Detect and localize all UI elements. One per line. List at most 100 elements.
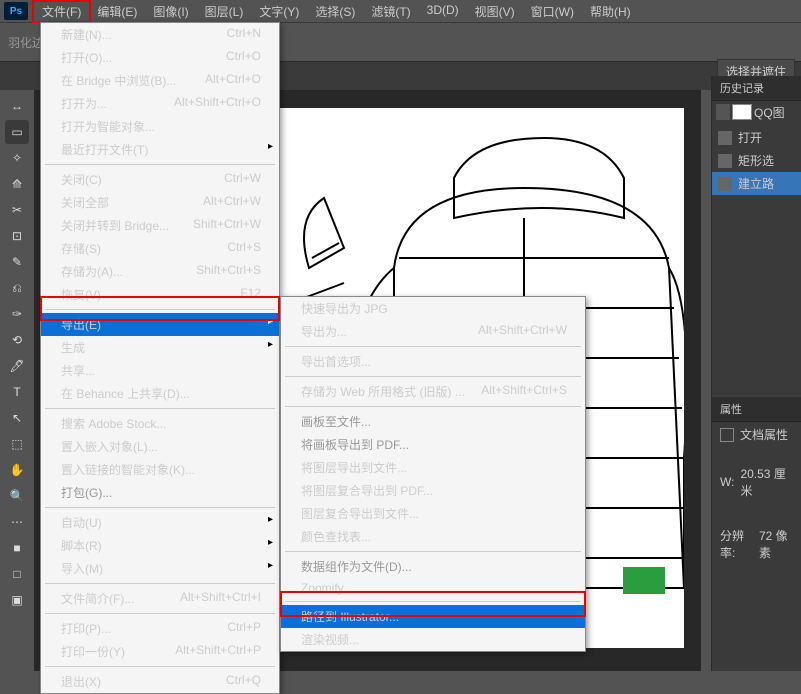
menu-item[interactable]: 存储(S)Ctrl+S <box>41 237 279 260</box>
tool-18[interactable]: □ <box>5 562 29 586</box>
menu-item-label: 打包(G)... <box>61 484 112 501</box>
history-panel-header[interactable]: 历史记录 <box>712 76 801 101</box>
menu-item[interactable]: 文件简介(F)...Alt+Shift+Ctrl+I <box>41 587 279 610</box>
menu-item[interactable]: 路径到 Illustrator... <box>281 605 585 628</box>
menu-3[interactable]: 图层(L) <box>197 1 252 22</box>
menu-item[interactable]: 关闭全部 Alt+Ctrl+W <box>41 191 279 214</box>
menu-item[interactable]: 关闭并转到 Bridge...Shift+Ctrl+W <box>41 214 279 237</box>
menu-8[interactable]: 视图(V) <box>467 1 523 22</box>
tool-11[interactable]: T <box>5 380 29 404</box>
tool-14[interactable]: ✋ <box>5 458 29 482</box>
tool-19[interactable]: ▣ <box>5 588 29 612</box>
tool-13[interactable]: ⬚ <box>5 432 29 456</box>
menu-item-shortcut: Ctrl+S <box>227 240 261 257</box>
tool-17[interactable]: ■ <box>5 536 29 560</box>
menu-1[interactable]: 编辑(E) <box>89 1 145 22</box>
menu-item[interactable]: 共享... <box>41 359 279 382</box>
menu-item[interactable]: 将图层导出到文件... <box>281 456 585 479</box>
menu-item-shortcut: Alt+Ctrl+W <box>203 194 261 211</box>
tool-9[interactable]: ⟲ <box>5 328 29 352</box>
resolution-row: 分辨率: 72 像素 <box>712 523 801 565</box>
menu-item[interactable]: 打印(P)...Ctrl+P <box>41 617 279 640</box>
tool-16[interactable]: ⋯ <box>5 510 29 534</box>
menu-item[interactable]: 渲染视频... <box>281 628 585 651</box>
menu-item[interactable]: 在 Bridge 中浏览(B)...Alt+Ctrl+O <box>41 69 279 92</box>
menu-item[interactable]: 快速导出为 JPG <box>281 297 585 320</box>
menu-item-shortcut: Alt+Shift+Ctrl+I <box>180 590 261 607</box>
menu-item: 打包(G)... <box>41 481 279 504</box>
menu-4[interactable]: 文字(Y) <box>251 1 307 22</box>
resolution-value: 72 像素 <box>759 527 793 561</box>
menu-10[interactable]: 帮助(H) <box>582 1 639 22</box>
menu-item-label: 导入(M) <box>61 560 103 577</box>
history-item[interactable]: 建立路 <box>712 172 801 195</box>
menu-item[interactable]: 打开为...Alt+Shift+Ctrl+O <box>41 92 279 115</box>
menu-item[interactable]: 置入链接的智能对象(K)... <box>41 458 279 481</box>
menu-item[interactable]: 颜色查找表... <box>281 525 585 548</box>
menu-5[interactable]: 选择(S) <box>307 1 363 22</box>
menu-item[interactable]: 打开(O)...Ctrl+O <box>41 46 279 69</box>
menu-item[interactable]: 打开为智能对象... <box>41 115 279 138</box>
tool-5[interactable]: ⊡ <box>5 224 29 248</box>
menu-item[interactable]: 恢复(V)F12 <box>41 283 279 306</box>
menu-7[interactable]: 3D(D) <box>419 1 467 22</box>
tool-3[interactable]: ⟰ <box>5 172 29 196</box>
tool-1[interactable]: ▭ <box>5 120 29 144</box>
properties-panel-header[interactable]: 属性 <box>712 397 801 422</box>
menu-item[interactable]: 退出(X)Ctrl+Q <box>41 670 279 693</box>
menu-item[interactable]: 搜索 Adobe Stock... <box>41 412 279 435</box>
menu-item[interactable]: 导出(E) <box>41 313 279 336</box>
tool-12[interactable]: ↖ <box>5 406 29 430</box>
w-label: W: <box>720 475 734 489</box>
menu-item[interactable]: 将图层复合导出到 PDF... <box>281 479 585 502</box>
menu-item[interactable]: 关闭(C)Ctrl+W <box>41 168 279 191</box>
menu-item-label: 关闭全部 <box>61 194 109 211</box>
doc-properties-label: 文档属性 <box>740 426 788 443</box>
menu-item[interactable]: 在 Behance 上共享(D)... <box>41 382 279 405</box>
menu-item[interactable]: 脚本(R) <box>41 534 279 557</box>
history-step-label: 建立路 <box>738 175 774 192</box>
history-item[interactable]: 打开 <box>712 126 801 149</box>
tool-7[interactable]: ⎌ <box>5 276 29 300</box>
menu-item[interactable]: 导出为...Alt+Shift+Ctrl+W <box>281 320 585 343</box>
menu-item-label: 关闭并转到 Bridge... <box>61 217 169 234</box>
menu-item[interactable]: 存储为 Web 所用格式 (旧版) ...Alt+Shift+Ctrl+S <box>281 380 585 403</box>
menu-separator <box>285 406 581 407</box>
menu-item[interactable]: 图层复合导出到文件... <box>281 502 585 525</box>
menu-6[interactable]: 滤镜(T) <box>363 1 418 22</box>
menu-item-label: 搜索 Adobe Stock... <box>61 415 166 432</box>
menu-2[interactable]: 图像(I) <box>145 1 196 22</box>
tool-4[interactable]: ✂ <box>5 198 29 222</box>
menu-0[interactable]: 文件(F) <box>34 1 89 22</box>
menu-item-label: 打开为智能对象... <box>61 118 155 135</box>
menu-item[interactable]: 自动(U) <box>41 511 279 534</box>
menu-item[interactable]: 存储为(A)...Shift+Ctrl+S <box>41 260 279 283</box>
history-thumb-label: QQ图 <box>754 104 785 121</box>
menu-item[interactable]: 最近打开文件(T) <box>41 138 279 161</box>
menu-item-label: 打印(P)... <box>61 620 111 637</box>
brush-icon <box>716 104 730 120</box>
w-value: 20.53 厘米 <box>740 465 793 499</box>
export-submenu: 快速导出为 JPG导出为...Alt+Shift+Ctrl+W 导出首选项... 存… <box>280 296 586 652</box>
tool-15[interactable]: 🔍 <box>5 484 29 508</box>
menu-separator <box>45 583 275 584</box>
menu-item-shortcut: Ctrl+W <box>224 171 261 188</box>
menu-item-label: 打开(O)... <box>61 49 112 66</box>
menu-item[interactable]: 生成 <box>41 336 279 359</box>
menu-item-label: 新建(N)... <box>61 26 112 43</box>
menu-item[interactable]: 打印一份(Y)Alt+Shift+Ctrl+P <box>41 640 279 663</box>
menu-9[interactable]: 窗口(W) <box>523 1 582 22</box>
tool-2[interactable]: ✧ <box>5 146 29 170</box>
history-item[interactable]: 矩形选 <box>712 149 801 172</box>
toolbox: ↔▭✧⟰✂⊡✎⎌✑⟲🖊T↖⬚✋🔍⋯■□▣ <box>0 90 34 612</box>
tool-8[interactable]: ✑ <box>5 302 29 326</box>
history-snapshot-row[interactable]: QQ图 <box>712 101 801 124</box>
menu-item[interactable]: 导出首选项... <box>281 350 585 373</box>
menu-item[interactable]: 导入(M) <box>41 557 279 580</box>
tool-10[interactable]: 🖊 <box>5 354 29 378</box>
menu-item[interactable]: 新建(N)...Ctrl+N <box>41 23 279 46</box>
menu-item[interactable]: 置入嵌入对象(L)... <box>41 435 279 458</box>
tool-0[interactable]: ↔ <box>5 94 29 118</box>
tool-6[interactable]: ✎ <box>5 250 29 274</box>
menu-item[interactable]: Zoomify... <box>281 578 585 598</box>
